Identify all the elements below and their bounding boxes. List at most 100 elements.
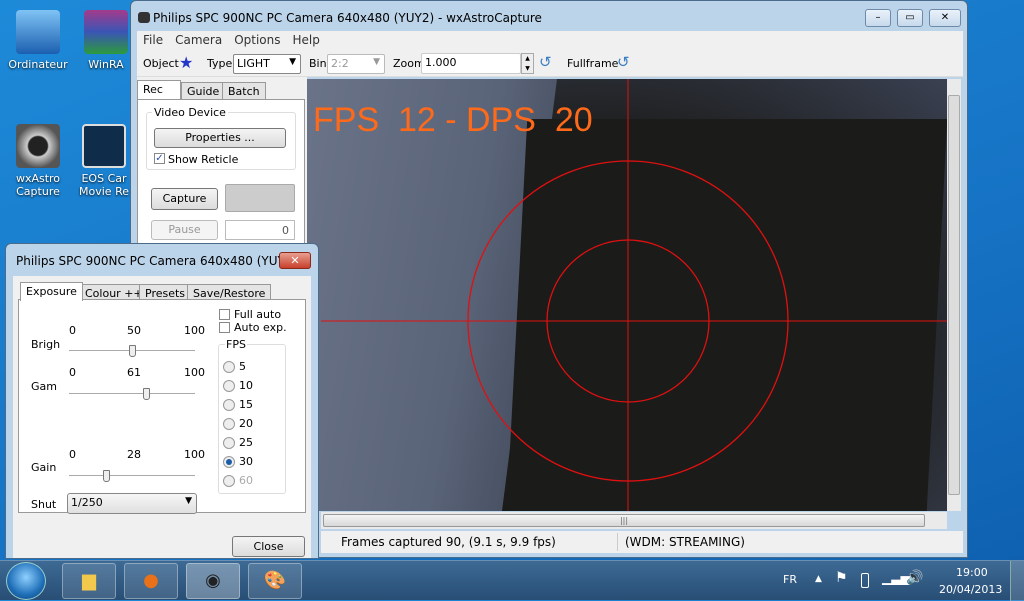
computer-icon [16, 10, 60, 54]
chevron-down-icon: ▼ [185, 496, 192, 506]
gain-min: 0 [69, 448, 76, 461]
icon-label: EOS Car Movie Re [79, 172, 129, 198]
brightness-min: 0 [69, 324, 76, 337]
status-streaming: (WDM: STREAMING) [625, 535, 745, 549]
menu-camera[interactable]: Camera [169, 31, 228, 49]
gamma-thumb[interactable] [143, 388, 150, 400]
zoom-value: 1.000 [425, 56, 457, 69]
fps-radio-25[interactable] [223, 437, 235, 449]
fps-radio-15[interactable] [223, 399, 235, 411]
fps-radio-20[interactable] [223, 418, 235, 430]
scroll-thumb[interactable] [948, 95, 960, 495]
tab-exposure[interactable]: Exposure [20, 282, 83, 301]
gain-slider[interactable] [69, 470, 195, 482]
taskbar-firefox[interactable]: ● [124, 563, 178, 599]
taskbar-wxastrocapture[interactable]: ◉ [186, 563, 240, 599]
full-auto-label: Full auto [234, 308, 282, 321]
fps-group-label: FPS [225, 338, 247, 351]
gamma-label: Gam [31, 380, 57, 393]
minimize-button[interactable]: – [865, 9, 891, 27]
chevron-down-icon: ▼ [289, 57, 296, 67]
tab-batch[interactable]: Batch [222, 82, 266, 100]
capture-progress [225, 184, 295, 212]
brightness-slider[interactable] [69, 345, 195, 357]
pause-button[interactable]: Pause [151, 220, 218, 240]
zoom-input[interactable]: 1.000 [421, 53, 521, 74]
tab-rec[interactable]: Rec [137, 80, 181, 100]
show-hidden-icons[interactable]: ▲ [815, 574, 822, 584]
desktop-icon-ordinateur[interactable]: Ordinateur [0, 10, 76, 71]
window-title: Philips SPC 900NC PC Camera 640x480 (YUY… [153, 11, 542, 25]
gamma-max: 100 [184, 366, 205, 379]
show-reticle-checkbox[interactable]: ✓ [154, 153, 165, 164]
folder-icon: ▆ [82, 570, 96, 591]
dialog-close-icon[interactable]: ✕ [279, 252, 311, 269]
fps-radio-60[interactable] [223, 475, 235, 487]
action-center-flag-icon[interactable]: ⚑ [835, 570, 848, 586]
type-select[interactable]: LIGHT ▼ [233, 54, 301, 74]
camera-properties-dialog: Philips SPC 900NC PC Camera 640x480 (YUY… [5, 243, 319, 559]
horizontal-scrollbar[interactable]: ||| [321, 512, 947, 529]
full-auto-checkbox[interactable] [219, 309, 230, 320]
fullframe-label: Fullframe [567, 57, 619, 70]
fps-radio-30[interactable] [223, 456, 235, 468]
start-button[interactable] [6, 562, 46, 600]
desktop-icon-wxastrocapture[interactable]: wxAstro Capture [0, 124, 76, 198]
exposure-panel: Brigh 0 50 100 Gam 0 61 100 Gain 0 28 10… [18, 299, 306, 514]
reset-zoom-icon[interactable]: ↺ [539, 53, 552, 71]
vertical-scrollbar[interactable] [947, 79, 961, 511]
bin-select[interactable]: 2:2 ▼ [327, 54, 385, 74]
star-icon[interactable]: ★ [179, 53, 193, 72]
video-device-label: Video Device [152, 106, 228, 119]
auto-exp-checkbox[interactable] [219, 322, 230, 333]
frame-counter: 0 [225, 220, 295, 240]
show-desktop-button[interactable] [1010, 561, 1024, 601]
paint-icon: 🎨 [263, 570, 287, 591]
menu-options[interactable]: Options [228, 31, 286, 49]
shutter-value: 1/250 [71, 496, 103, 509]
clock-time[interactable]: 19:00 [956, 566, 988, 579]
taskbar-paint[interactable]: 🎨 [248, 563, 302, 599]
status-divider [617, 533, 618, 551]
fps-radio-10[interactable] [223, 380, 235, 392]
taskbar-explorer[interactable]: ▆ [62, 563, 116, 599]
fps-radio-label: 10 [239, 379, 253, 392]
battery-icon[interactable] [861, 573, 869, 588]
gamma-slider[interactable] [69, 388, 195, 400]
hscroll-thumb[interactable]: ||| [323, 514, 925, 527]
type-label: Type [207, 57, 233, 70]
bin-value: 2:2 [331, 57, 349, 70]
fullframe-icon[interactable]: ↺ [617, 53, 630, 71]
firefox-icon: ● [143, 570, 159, 591]
gain-thumb[interactable] [103, 470, 110, 482]
close-button[interactable]: ✕ [929, 9, 961, 27]
dialog-close-button[interactable]: Close [232, 536, 305, 557]
maximize-button[interactable]: ▭ [897, 9, 923, 27]
desktop-icon-winrar[interactable]: WinRA [78, 10, 134, 71]
brightness-label: Brigh [31, 338, 61, 351]
menu-bar: File Camera Options Help [137, 31, 963, 51]
desktop-icon-eos[interactable]: EOS Car Movie Re [76, 124, 132, 198]
icon-label: WinRA [88, 58, 124, 71]
dialog-title: Philips SPC 900NC PC Camera 640x480 (YUY… [16, 254, 298, 268]
menu-help[interactable]: Help [287, 31, 326, 49]
camera-view: FPS 12 - DPS 20 [307, 79, 947, 511]
language-indicator[interactable]: FR [783, 573, 797, 586]
fps-radio-5[interactable] [223, 361, 235, 373]
properties-button[interactable]: Properties ... [154, 128, 286, 148]
type-value: LIGHT [237, 57, 270, 70]
capture-button[interactable]: Capture [151, 188, 218, 210]
reticle [321, 79, 947, 511]
gain-max: 100 [184, 448, 205, 461]
brightness-thumb[interactable] [129, 345, 136, 357]
bin-label: Bin [309, 57, 327, 70]
zoom-label: Zoom [393, 57, 425, 70]
volume-icon[interactable]: 🔊 [906, 570, 923, 586]
shutter-label: Shut [31, 498, 57, 511]
gamma-min: 0 [69, 366, 76, 379]
menu-file[interactable]: File [137, 31, 169, 49]
tab-guide[interactable]: Guide [181, 82, 226, 100]
zoom-spinner[interactable]: ▲ ▼ [521, 53, 534, 74]
clock-date[interactable]: 20/04/2013 [939, 583, 1002, 596]
shutter-select[interactable]: 1/250 ▼ [67, 493, 197, 514]
